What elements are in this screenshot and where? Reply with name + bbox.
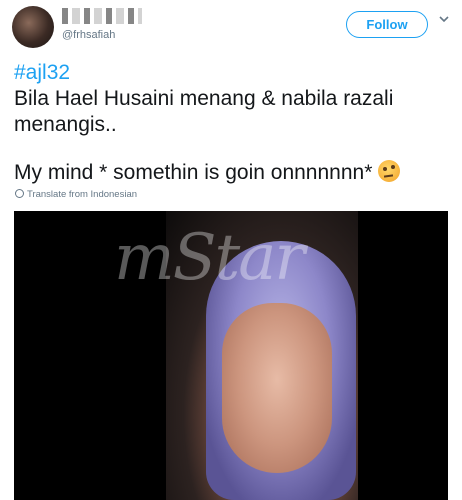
chevron-down-icon[interactable]: [438, 13, 450, 28]
chevron-down-icon-svg: [439, 16, 449, 23]
user-handle[interactable]: @frhsafiah: [62, 29, 115, 41]
thinking-face-emoji-icon: [378, 160, 401, 182]
globe-icon: [15, 189, 24, 198]
tweet-line-3: My mind * somethin is goin onnnnnnn*: [14, 160, 454, 186]
translate-label: Translate from Indonesian: [27, 189, 138, 200]
tweet-header: @frhsafiah Follow: [0, 0, 462, 50]
hashtag-link[interactable]: #ajl32: [14, 60, 454, 86]
display-name-blurred[interactable]: [62, 8, 142, 24]
tweet-gap: [14, 138, 454, 160]
tweet-line-1: Bila Hael Husaini menang & nabila razali: [14, 87, 394, 110]
tweet-line-3-text: My mind * somethin is goin onnnnnnn*: [14, 161, 373, 184]
face-shape: [222, 303, 332, 473]
translate-link[interactable]: Translate from Indonesian: [15, 189, 137, 200]
tweet-line-2: menangis..: [14, 113, 117, 136]
follow-button[interactable]: Follow: [346, 11, 428, 38]
tweet-text: #ajl32 Bila Hael Husaini menang & nabila…: [14, 60, 454, 186]
watermark-logo: mStar: [114, 221, 305, 295]
avatar[interactable]: [12, 6, 54, 48]
media-image[interactable]: mStar: [14, 211, 448, 500]
